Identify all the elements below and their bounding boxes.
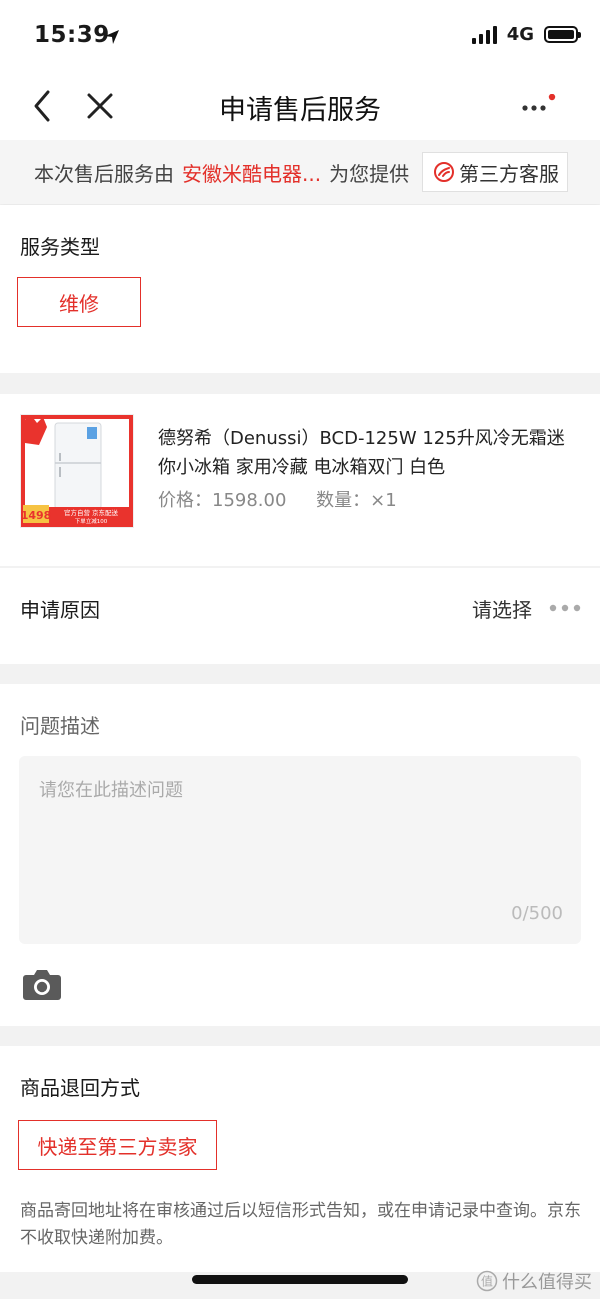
description-label: 问题描述	[20, 714, 100, 738]
watermark-text: 什么值得买	[502, 1272, 592, 1293]
price-value: 1598.00	[212, 490, 287, 511]
network-type: 4G	[506, 24, 534, 45]
character-counter: 0/500	[511, 903, 563, 924]
third-party-service-label: 第三方客服	[459, 161, 559, 186]
service-type-label: 服务类型	[20, 235, 100, 259]
signal-icon	[471, 25, 497, 44]
notice-suffix: 为您提供	[329, 161, 410, 186]
notice-prefix: 本次售后服务由	[34, 161, 174, 186]
watermark: 值 什么值得买	[476, 1268, 592, 1294]
store-name-link[interactable]: 安徽米酷电器...	[182, 158, 321, 187]
third-party-service-button[interactable]: 第三方客服	[422, 152, 568, 192]
nav-bar: 申请售后服务	[0, 74, 600, 140]
return-method-section: 商品退回方式 快递至第三方卖家 商品寄回地址将在审核通过后以短信形式告知，或在申…	[0, 1046, 600, 1272]
svg-text:值: 值	[481, 1274, 493, 1289]
location-arrow-icon	[105, 30, 119, 44]
status-indicators: 4G	[471, 24, 581, 45]
product-image: 1498 官方自营 京东配送 下单立减100	[20, 414, 134, 528]
status-bar: 15:39 4G	[0, 0, 600, 74]
product-meta: 价格：1598.00 数量：×1	[158, 486, 421, 512]
image-badge-sub: 下单立减100	[75, 517, 108, 525]
more-icon[interactable]	[520, 94, 556, 124]
product-title: 德努希（Denussi）BCD-125W 125升风冷无霜迷你小冰箱 家用冷藏 …	[158, 428, 565, 478]
product-card: 1498 官方自营 京东配送 下单立减100 德努希（Denussi）BCD-1…	[0, 394, 600, 566]
description-placeholder: 请您在此描述问题	[39, 780, 183, 801]
home-indicator	[192, 1275, 408, 1284]
more-options-icon[interactable]	[548, 602, 582, 614]
image-badge-price: 1498	[21, 509, 51, 522]
watermark-logo-icon: 值	[476, 1270, 498, 1292]
service-type-section: 服务类型 维修	[0, 205, 600, 373]
image-badge-text: 官方自营 京东配送	[64, 508, 119, 517]
description-section: 问题描述 请您在此描述问题 0/500	[0, 684, 600, 1026]
return-method-label: 商品退回方式	[20, 1076, 140, 1100]
return-method-option[interactable]: 快递至第三方卖家	[18, 1120, 217, 1170]
quantity-label: 数量：	[316, 490, 371, 511]
battery-icon	[544, 26, 581, 43]
reason-select[interactable]: 请选择	[472, 594, 532, 623]
customer-service-icon	[434, 162, 454, 182]
fridge-image: 1498 官方自营 京东配送 下单立减100	[21, 415, 133, 527]
service-type-repair-option[interactable]: 维修	[17, 277, 141, 327]
price-label: 价格：	[158, 490, 212, 511]
camera-icon[interactable]	[22, 966, 62, 1002]
reason-label: 申请原因	[20, 598, 100, 622]
page-title: 申请售后服务	[219, 95, 381, 126]
return-method-note: 商品寄回地址将在审核通过后以短信形式告知，或在申请记录中查询。京东不收取快递附加…	[20, 1201, 581, 1248]
service-provider-notice: 本次售后服务由 安徽米酷电器... 为您提供 第三方客服	[0, 140, 600, 204]
reason-row[interactable]: 申请原因 请选择	[0, 568, 600, 664]
description-textarea[interactable]: 请您在此描述问题 0/500	[19, 756, 581, 944]
quantity-value: ×1	[370, 490, 397, 511]
status-time: 15:39	[34, 22, 110, 48]
